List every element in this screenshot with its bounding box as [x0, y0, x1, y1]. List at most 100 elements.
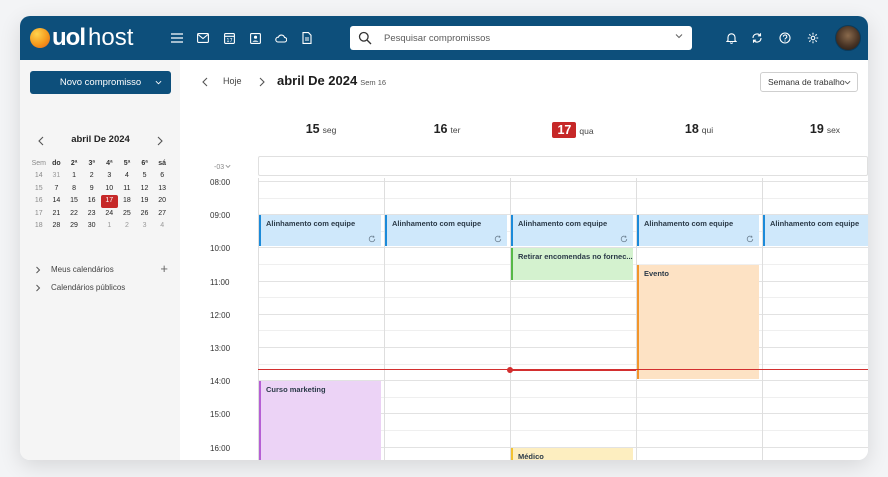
day-name: seg	[322, 125, 337, 135]
calendar-event[interactable]: Alinhamento com equipe	[385, 215, 507, 247]
time-grid[interactable]: 08:00 09:00 10:00 11:00 12:00 13:00 14:00 15:00…	[180, 178, 868, 460]
chevron-right-icon[interactable]	[34, 284, 42, 292]
mini-calendar-day[interactable]: 4	[118, 170, 136, 182]
uol-host-logo[interactable]: uol host	[30, 24, 133, 52]
mini-calendar-day[interactable]: 27	[153, 208, 171, 220]
search-input[interactable]	[382, 31, 676, 45]
mini-calendar-day[interactable]: 1	[101, 220, 119, 232]
sync-icon[interactable]	[748, 29, 766, 47]
mini-calendar-day[interactable]: 21	[48, 208, 66, 220]
chevron-down-icon[interactable]	[155, 79, 162, 86]
event-title: Alinhamento com equipe	[392, 219, 482, 229]
contacts-icon[interactable]	[246, 29, 264, 47]
weekday-header: 4ª	[106, 160, 113, 167]
day-name: qui	[701, 125, 714, 135]
chevron-right-icon[interactable]	[257, 75, 267, 89]
mini-calendar-day[interactable]: 1	[65, 170, 83, 182]
mini-calendar-day[interactable]: 2	[118, 220, 136, 232]
mini-calendar-day[interactable]: 9	[83, 183, 101, 195]
mini-calendar-day[interactable]: 25	[118, 208, 136, 220]
mini-calendar-day[interactable]: 24	[101, 208, 119, 220]
mini-calendar-day[interactable]: 3	[136, 220, 154, 232]
event-title: Médico	[518, 451, 544, 460]
calendar-event[interactable]: Evento	[637, 265, 759, 380]
mini-calendar-day[interactable]: 23	[83, 208, 101, 220]
chevron-left-icon[interactable]	[200, 75, 210, 89]
day-header[interactable]: 18 qui	[636, 122, 762, 138]
new-appointment-button[interactable]: Novo compromisso	[30, 71, 171, 94]
day-header[interactable]: 16 ter	[384, 122, 510, 138]
mini-calendar-day[interactable]: 28	[48, 220, 66, 232]
recurring-icon	[494, 236, 502, 243]
add-calendar-icon[interactable]: +	[160, 261, 168, 276]
weekday-header: sá	[158, 160, 167, 167]
week-number: 18	[34, 221, 43, 229]
calendar-event[interactable]: Retirar encomendas no fornec...	[511, 248, 633, 280]
mini-calendar-day[interactable]: 15	[65, 195, 83, 207]
help-icon[interactable]	[776, 29, 794, 47]
day-header[interactable]: 17 qua	[510, 122, 636, 138]
day-header[interactable]: 19 sex	[762, 122, 868, 138]
mini-calendar-today[interactable]: 17	[100, 195, 119, 208]
mini-calendar-day[interactable]: 19	[136, 195, 154, 207]
event-title: Alinhamento com equipe	[266, 219, 356, 229]
current-time-dot	[507, 366, 513, 373]
day-header[interactable]: 15 seg	[258, 122, 384, 138]
sidebar: Novo compromisso abril De 2024 Sem do 2ª 3ª…	[20, 60, 180, 460]
mini-calendar-day[interactable]: 29	[65, 220, 83, 232]
mini-calendar-day[interactable]: 11	[118, 183, 136, 195]
week-number: 17	[34, 209, 43, 217]
mini-calendar-day[interactable]: 16	[83, 195, 101, 207]
mini-calendar-day[interactable]: 2	[83, 170, 101, 182]
bell-icon[interactable]	[722, 29, 740, 47]
mini-calendar-day[interactable]: 5	[136, 170, 154, 182]
calendar-title: abril De 2024 Sem 16	[277, 73, 386, 88]
calendar-event[interactable]: Alinhamento com equipe	[511, 215, 633, 247]
chevron-down-icon[interactable]	[674, 31, 684, 41]
calendar-event[interactable]: Alinhamento com equipe	[259, 215, 381, 247]
mini-calendar-day[interactable]: 3	[101, 170, 119, 182]
mini-calendar-day[interactable]: 7	[48, 183, 66, 195]
mini-calendar-day[interactable]: 4	[153, 220, 171, 232]
menu-icon[interactable]	[168, 29, 186, 47]
timezone-selector[interactable]: -03	[214, 164, 231, 171]
mini-calendar-day[interactable]: 12	[136, 183, 154, 195]
day-name: ter	[450, 125, 461, 135]
view-select[interactable]: Semana de trabalho	[760, 72, 858, 92]
document-icon[interactable]	[298, 29, 316, 47]
mini-calendar-day[interactable]: 6	[153, 170, 171, 182]
hour-label: 14:00	[210, 377, 231, 387]
cloud-icon[interactable]	[272, 29, 290, 47]
weekday-header: Sem	[31, 160, 47, 167]
mini-calendar-day[interactable]: 30	[83, 220, 101, 232]
calendar-event[interactable]: Médico	[511, 447, 633, 460]
chevron-right-icon[interactable]	[155, 134, 165, 148]
settings-icon[interactable]	[804, 29, 822, 47]
chevron-down-icon	[225, 164, 231, 168]
day-number: 16	[433, 122, 448, 136]
user-avatar[interactable]	[835, 25, 861, 51]
calendar-event[interactable]: Alinhamento com equipe	[763, 215, 868, 247]
mini-calendar-day[interactable]: 10	[101, 183, 119, 195]
today-button[interactable]: Hoje	[223, 76, 242, 86]
mini-calendar-day[interactable]: 13	[153, 183, 171, 195]
chevron-right-icon[interactable]	[34, 266, 42, 274]
mini-calendar-day[interactable]: 8	[65, 183, 83, 195]
hour-label: 08:00	[210, 178, 231, 187]
mini-calendar-day[interactable]: 14	[48, 195, 66, 207]
calendar-icon[interactable]: 17	[220, 29, 238, 47]
mini-calendar-day[interactable]: 22	[65, 208, 83, 220]
mini-calendar-day[interactable]: 20	[153, 195, 171, 207]
mini-calendar-day[interactable]: 18	[118, 195, 136, 207]
public-calendars-item[interactable]: Calendários públicos	[34, 283, 174, 292]
my-calendars-item[interactable]: Meus calendários +	[34, 261, 174, 276]
search-bar[interactable]	[350, 26, 692, 50]
mini-calendar-day[interactable]: 26	[136, 208, 154, 220]
all-day-row[interactable]	[258, 156, 868, 176]
calendar-event[interactable]: Alinhamento com equipe	[637, 215, 759, 247]
mini-calendar-grid: Sem do 2ª 3ª 4ª 5ª 6ª sá 14 31 1 2 3 4 5 6 15 7 8 9 10 11 12 13…	[30, 158, 171, 232]
mail-icon[interactable]	[194, 29, 212, 47]
hour-line	[258, 181, 868, 182]
mini-calendar-day[interactable]: 31	[48, 170, 66, 182]
calendar-event[interactable]: Curso marketing	[259, 381, 381, 460]
